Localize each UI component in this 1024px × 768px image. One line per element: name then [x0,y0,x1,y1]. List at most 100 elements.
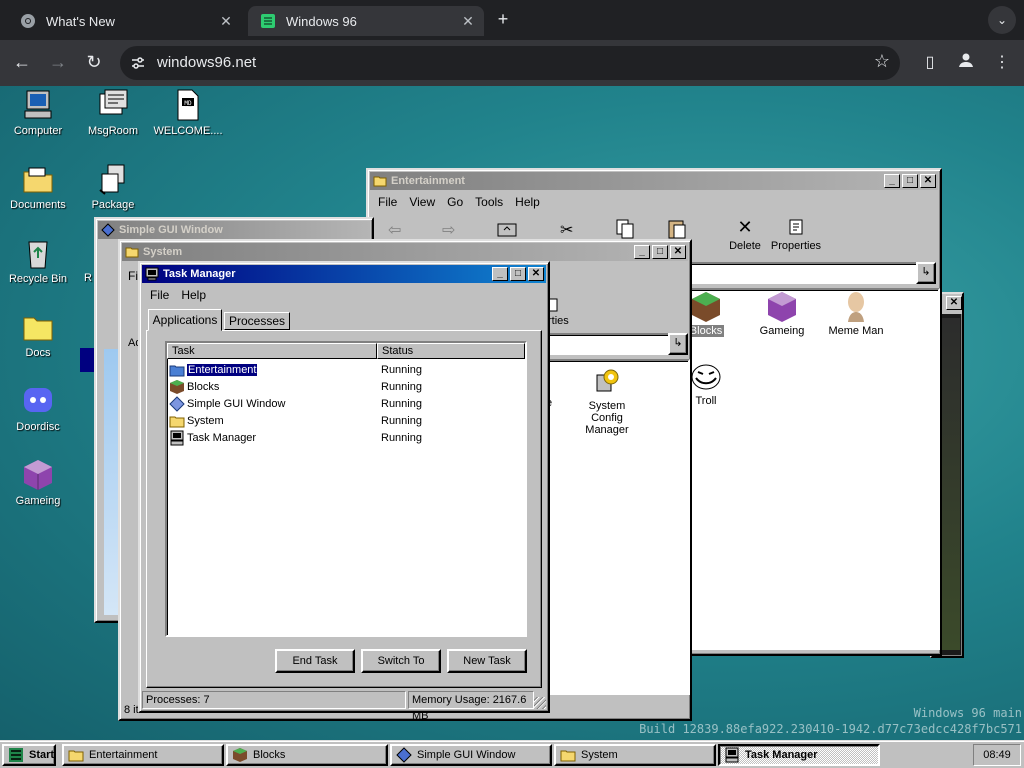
end-task-button[interactable]: End Task [275,649,355,673]
desktop-icon-recycle-bin[interactable]: Recycle Bin [0,236,76,285]
system-titlebar[interactable]: System _ □ ✕ [122,243,688,261]
back-arrow-icon[interactable]: ← [10,51,34,75]
taskbar-button-blocks[interactable]: Blocks [226,744,388,766]
file-item-troll[interactable]: Troll [688,362,724,407]
close-button[interactable]: ✕ [528,267,544,281]
switch-to-button[interactable]: Switch To [361,649,441,673]
task-row-system[interactable]: System Running [169,412,422,429]
menu-view[interactable]: View [403,195,441,209]
task-manager-window[interactable]: Task Manager _ □ ✕ File Help Application… [138,261,550,722]
menu-go[interactable]: Go [441,195,469,209]
new-task-button[interactable]: New Task [447,649,527,673]
package-icon [96,162,130,196]
properties-button[interactable]: Properties [768,218,824,252]
reload-icon[interactable]: ↻ [82,51,106,75]
maximize-button[interactable]: □ [510,267,526,281]
minimize-button[interactable]: _ [492,267,508,281]
desktop-icon-computer[interactable]: Computer [0,88,76,137]
task-manager-titlebar[interactable]: Task Manager _ □ ✕ [142,265,546,283]
back-arrow-icon[interactable]: ⇦ [388,220,401,240]
address-field[interactable] [686,262,918,284]
msgroom-icon [96,88,130,122]
diamond-icon [169,395,185,412]
tab-applications[interactable]: Applications [148,309,222,331]
tab-processes[interactable]: Processes [224,312,290,330]
task-list[interactable]: Task Status Entertainment Running Blocks… [165,341,527,637]
minimize-button[interactable]: _ [634,245,650,259]
go-button[interactable]: ↳ [668,333,688,355]
side-panel-icon[interactable]: ▯ [918,51,942,75]
task-row-entertainment[interactable]: Entertainment Running [169,361,422,378]
status-processes: Processes: 7 [142,691,406,709]
column-header-status[interactable]: Status [377,343,525,359]
simple-gui-titlebar[interactable]: Simple GUI Window [98,221,370,239]
address-bar[interactable]: windows96.net ☆ [120,46,900,80]
maximize-button[interactable]: □ [902,174,918,188]
menu-help[interactable]: Help [509,195,546,209]
desktop-icon-docs[interactable]: Docs [0,310,76,359]
minimize-button[interactable]: _ [884,174,900,188]
task-row-simple-gui-window[interactable]: Simple GUI Window Running [169,395,422,412]
resize-grip[interactable] [534,697,546,709]
task-row-task-manager[interactable]: Task Manager Running [169,429,422,446]
taskbar-button-system[interactable]: System [554,744,716,766]
close-tab-icon[interactable]: ✕ [458,13,478,30]
close-button[interactable]: ✕ [920,174,936,188]
profile-icon[interactable] [954,51,978,75]
entertainment-titlebar[interactable]: Entertainment _ □ ✕ [370,172,938,190]
taskbar-button-entertainment[interactable]: Entertainment [62,744,224,766]
tab-search-chevron-icon[interactable]: ⌄ [988,6,1016,34]
folder-blue-icon [169,362,185,378]
desktop-icon-msgroom[interactable]: MsgRoom [75,88,151,137]
taskbar-button-label: Task Manager [745,749,818,761]
up-folder-icon[interactable] [496,220,518,241]
desktop-icon-gameing[interactable]: Gameing [0,458,76,507]
delete-button[interactable]: ✕ Delete [722,218,768,252]
close-icon[interactable]: ✕ [946,296,962,310]
go-button[interactable]: ↳ [916,262,936,284]
forward-arrow-icon[interactable]: → [46,51,70,75]
desktop-icon-documents[interactable]: Documents [0,162,76,211]
menu-file[interactable]: File [372,195,403,209]
system-file-view[interactable]: e System Config Manager [546,359,690,695]
file-item-system-config-manager[interactable]: System Config Manager [578,365,636,436]
bookmark-star-icon[interactable]: ☆ [874,51,890,72]
desktop-icon-label: MsgRoom [87,125,139,137]
task-manager-icon [145,267,159,281]
start-button[interactable]: Start [2,744,56,766]
task-manager-icon [724,747,740,763]
gameing-cube-icon [21,458,55,492]
task-status: Running [381,431,422,444]
desktop-icon-doordisc[interactable]: Doordisc [0,384,76,433]
cut-icon[interactable]: ✂ [560,220,573,240]
taskbar-button-task-manager[interactable]: Task Manager [718,744,880,766]
close-tab-icon[interactable]: ✕ [216,13,236,30]
close-button[interactable]: ✕ [670,245,686,259]
system-address-field[interactable] [546,333,670,355]
new-tab-button[interactable]: + [492,9,514,31]
menu-tools[interactable]: Tools [469,195,509,209]
desktop-icon-label: Computer [13,125,63,137]
file-item-gameing[interactable]: Gameing [748,290,816,337]
browser-menu-icon[interactable]: ⋮ [990,51,1014,75]
tab-whats-new[interactable]: What's New ✕ [8,6,242,36]
site-info-icon[interactable] [130,55,146,71]
forward-arrow-icon[interactable]: ⇨ [442,220,455,240]
entertainment-file-view[interactable]: Blocks Gameing Meme Man Troll [686,288,940,650]
column-header-task[interactable]: Task [167,343,377,359]
menu-file[interactable]: File [144,288,175,302]
start-label: Start [29,749,55,761]
folder-icon [560,747,576,763]
desktop-icon-welcome[interactable]: MD WELCOME.... [150,88,226,137]
window-title: Task Manager [163,268,236,280]
maximize-button[interactable]: □ [652,245,668,259]
file-item-blocks[interactable]: Blocks [688,290,724,337]
delete-label: Delete [729,240,761,252]
desktop-icon-package[interactable]: Package [75,162,151,211]
task-row-blocks[interactable]: Blocks Running [169,378,422,395]
tab-windows96[interactable]: Windows 96 ✕ [248,6,484,36]
file-item-meme-man[interactable]: Meme Man [820,290,892,337]
taskbar-button-simple-gui-window[interactable]: Simple GUI Window [390,744,552,766]
menu-help[interactable]: Help [175,288,212,302]
task-status: Running [381,380,422,393]
